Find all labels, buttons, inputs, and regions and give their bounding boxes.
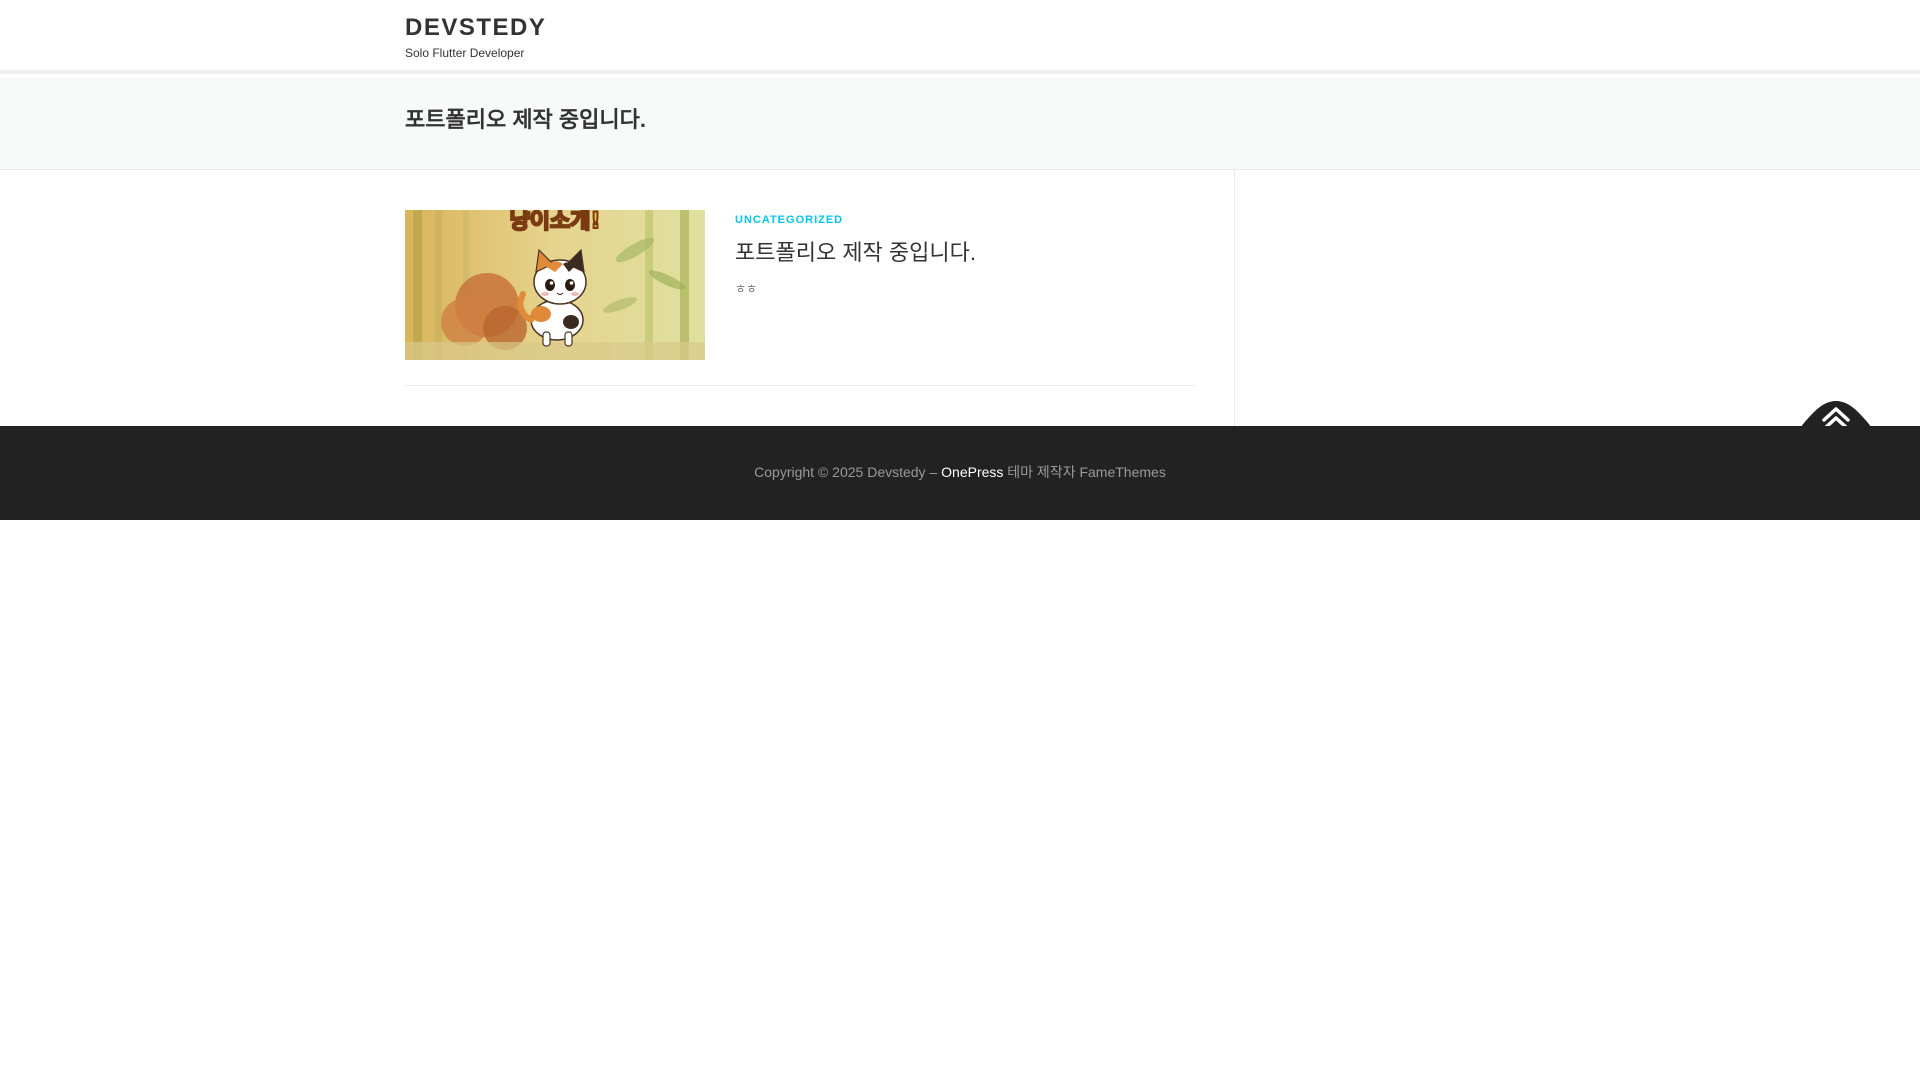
site-branding: DEVSTEDY Solo Flutter Developer (405, 14, 546, 61)
post-title-link[interactable]: 포트폴리오 제작 중입니다. (735, 238, 1195, 268)
post-category-link[interactable]: UNCATEGORIZED (735, 212, 1195, 228)
theme-credit-text: 테마 제작자 FameThemes (1003, 464, 1166, 480)
site-footer: Copyright © 2025 Devstedy – OnePress 테마 … (0, 426, 1920, 520)
double-chevron-up-icon (1800, 401, 1872, 431)
thumbnail-title-text: 냥이소개! (510, 210, 601, 234)
page-title: 포트폴리오 제작 중입니다. (405, 107, 646, 132)
cat-illustration-image: 냥이소개! (405, 210, 705, 360)
main-content: 냥이소개! UNCATEGORIZED 포트폴리오 제작 중입니다. ㅎㅎ (0, 170, 1920, 426)
copyright-text: Copyright © 2025 Devstedy – (754, 464, 942, 480)
post-list-item: 냥이소개! UNCATEGORIZED 포트폴리오 제작 중입니다. ㅎㅎ (405, 210, 1195, 386)
site-description: Solo Flutter Developer (405, 46, 525, 60)
post-excerpt: ㅎㅎ (735, 282, 758, 296)
sidebar-divider (1234, 170, 1235, 426)
site-header: DEVSTEDY Solo Flutter Developer (0, 0, 1920, 74)
site-title-link[interactable]: DEVSTEDY (405, 14, 546, 42)
post-thumbnail[interactable]: 냥이소개! (405, 210, 705, 360)
back-to-top-button[interactable] (1800, 398, 1872, 431)
footer-credits: Copyright © 2025 Devstedy – OnePress 테마 … (0, 462, 1920, 482)
post-body: UNCATEGORIZED 포트폴리오 제작 중입니다. ㅎㅎ (735, 210, 1195, 298)
page-header: 포트폴리오 제작 중입니다. (0, 78, 1920, 170)
theme-link[interactable]: OnePress (941, 464, 1003, 480)
